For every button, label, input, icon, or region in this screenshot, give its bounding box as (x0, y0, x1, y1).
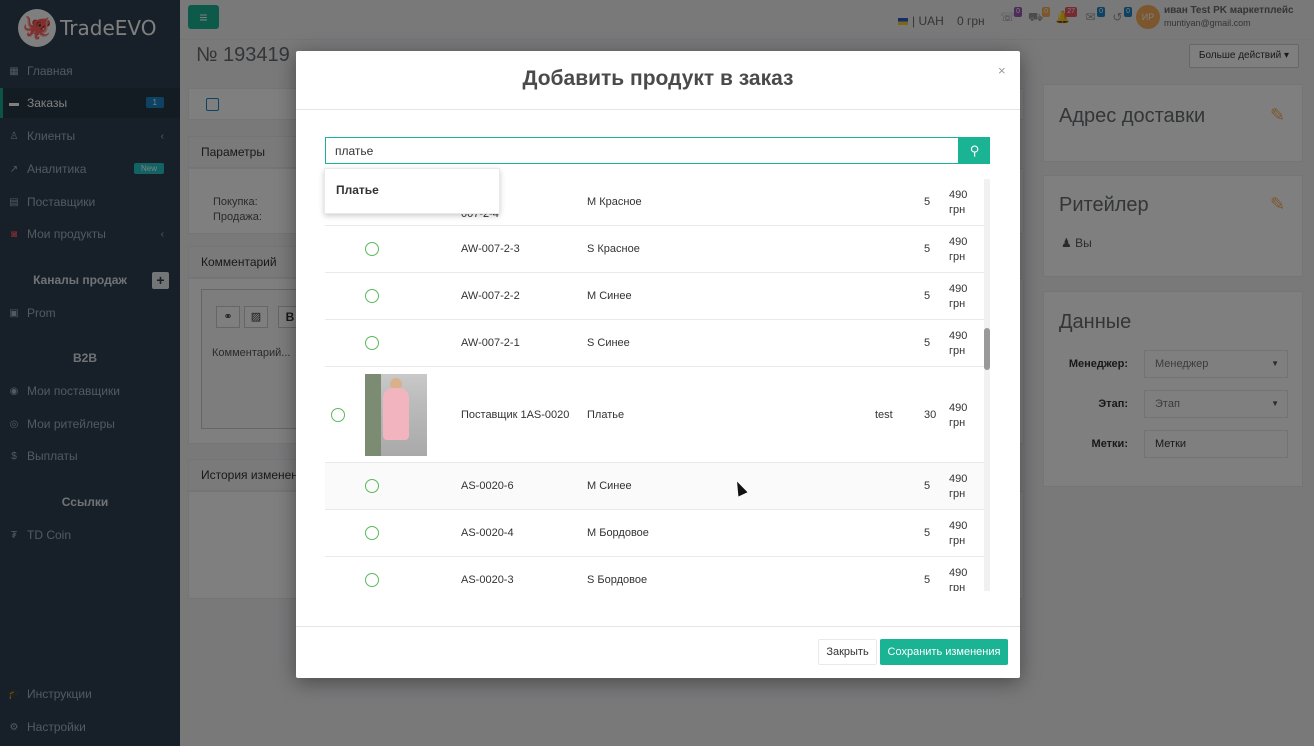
row-qty: 5 (924, 574, 931, 586)
row-variant: S Красное (587, 243, 640, 255)
save-changes-button[interactable]: Сохранить изменения (880, 639, 1008, 665)
divider (296, 109, 1020, 110)
row-extra: test (875, 409, 893, 421)
row-price: 490 грн (949, 402, 968, 429)
select-radio[interactable] (365, 479, 379, 493)
row-sku: AS-0020-3 (461, 574, 514, 586)
row-qty: 5 (924, 243, 931, 255)
product-search-input[interactable] (325, 137, 959, 164)
table-row[interactable]: Поставщик 1AS-0020 Платье test 30 490 грн (325, 367, 985, 463)
row-sku: AS-0020-4 (461, 527, 514, 539)
select-radio[interactable] (365, 573, 379, 587)
table-row[interactable]: AW-007-2-1 S Синее 5 490 грн (325, 320, 985, 367)
table-row[interactable]: AS-0020-3 S Бордовое 5 490 грн (325, 557, 985, 591)
row-price: 490 грн (949, 567, 968, 591)
close-icon[interactable]: × (998, 63, 1006, 78)
row-qty: 5 (924, 527, 931, 539)
select-radio[interactable] (365, 289, 379, 303)
row-price: 490 грн (949, 330, 968, 357)
row-variant: S Бордовое (587, 574, 648, 586)
row-qty: 5 (924, 196, 931, 208)
row-price: 490 грн (949, 236, 968, 263)
row-variant: S Синее (587, 337, 630, 349)
search-button[interactable]: ⚲ (959, 137, 990, 164)
close-button[interactable]: Закрыть (818, 639, 877, 665)
row-variant: M Красное (587, 196, 642, 208)
modal-title: Добавить продукт в заказ (522, 67, 794, 90)
row-sku: AW-007-2-1 (461, 337, 520, 349)
select-radio[interactable] (365, 526, 379, 540)
divider (296, 626, 1020, 627)
row-sku: AW-007-2-2 (461, 290, 520, 302)
select-radio[interactable] (365, 336, 379, 350)
table-row[interactable]: AW-007-2-2 M Синее 5 490 грн (325, 273, 985, 320)
table-row[interactable]: AS-0020-6 M Синее 5 490 грн (325, 463, 985, 510)
product-list[interactable]: AW-007-2-4 M Красное 5 490грн AW-007-2-3… (325, 179, 991, 591)
table-row[interactable]: AW-007-2-3 S Красное 5 490 грн (325, 226, 985, 273)
suggestion-item[interactable]: Платье (336, 183, 379, 197)
product-image (365, 374, 427, 456)
row-qty: 30 (924, 409, 937, 421)
row-qty: 5 (924, 337, 931, 349)
row-variant: M Синее (587, 290, 632, 302)
row-qty: 5 (924, 480, 931, 492)
row-sku: AS-0020-6 (461, 480, 514, 492)
table-row[interactable]: AS-0020-4 M Бордовое 5 490 грн (325, 510, 985, 557)
row-price: 490 грн (949, 473, 968, 500)
row-sku: AW-007-2-3 (461, 243, 520, 255)
row-qty: 5 (924, 290, 931, 302)
row-price: 490 грн (949, 189, 968, 216)
row-sku: Поставщик 1AS-0020 (461, 409, 570, 421)
add-product-modal: Добавить продукт в заказ × ⚲ AW-007-2-4 … (296, 51, 1020, 678)
row-price: 490 грн (949, 520, 968, 547)
select-radio[interactable] (331, 408, 345, 422)
select-radio[interactable] (365, 242, 379, 256)
row-price: 490 грн (949, 283, 968, 310)
row-variant: M Бордовое (587, 527, 649, 539)
list-scrollbar[interactable] (984, 179, 990, 591)
row-variant: M Синее (587, 480, 632, 492)
search-suggestions: Платье (324, 168, 500, 214)
scrollbar-thumb[interactable] (984, 328, 990, 370)
row-variant: Платье (587, 409, 625, 421)
search-icon: ⚲ (969, 143, 980, 158)
